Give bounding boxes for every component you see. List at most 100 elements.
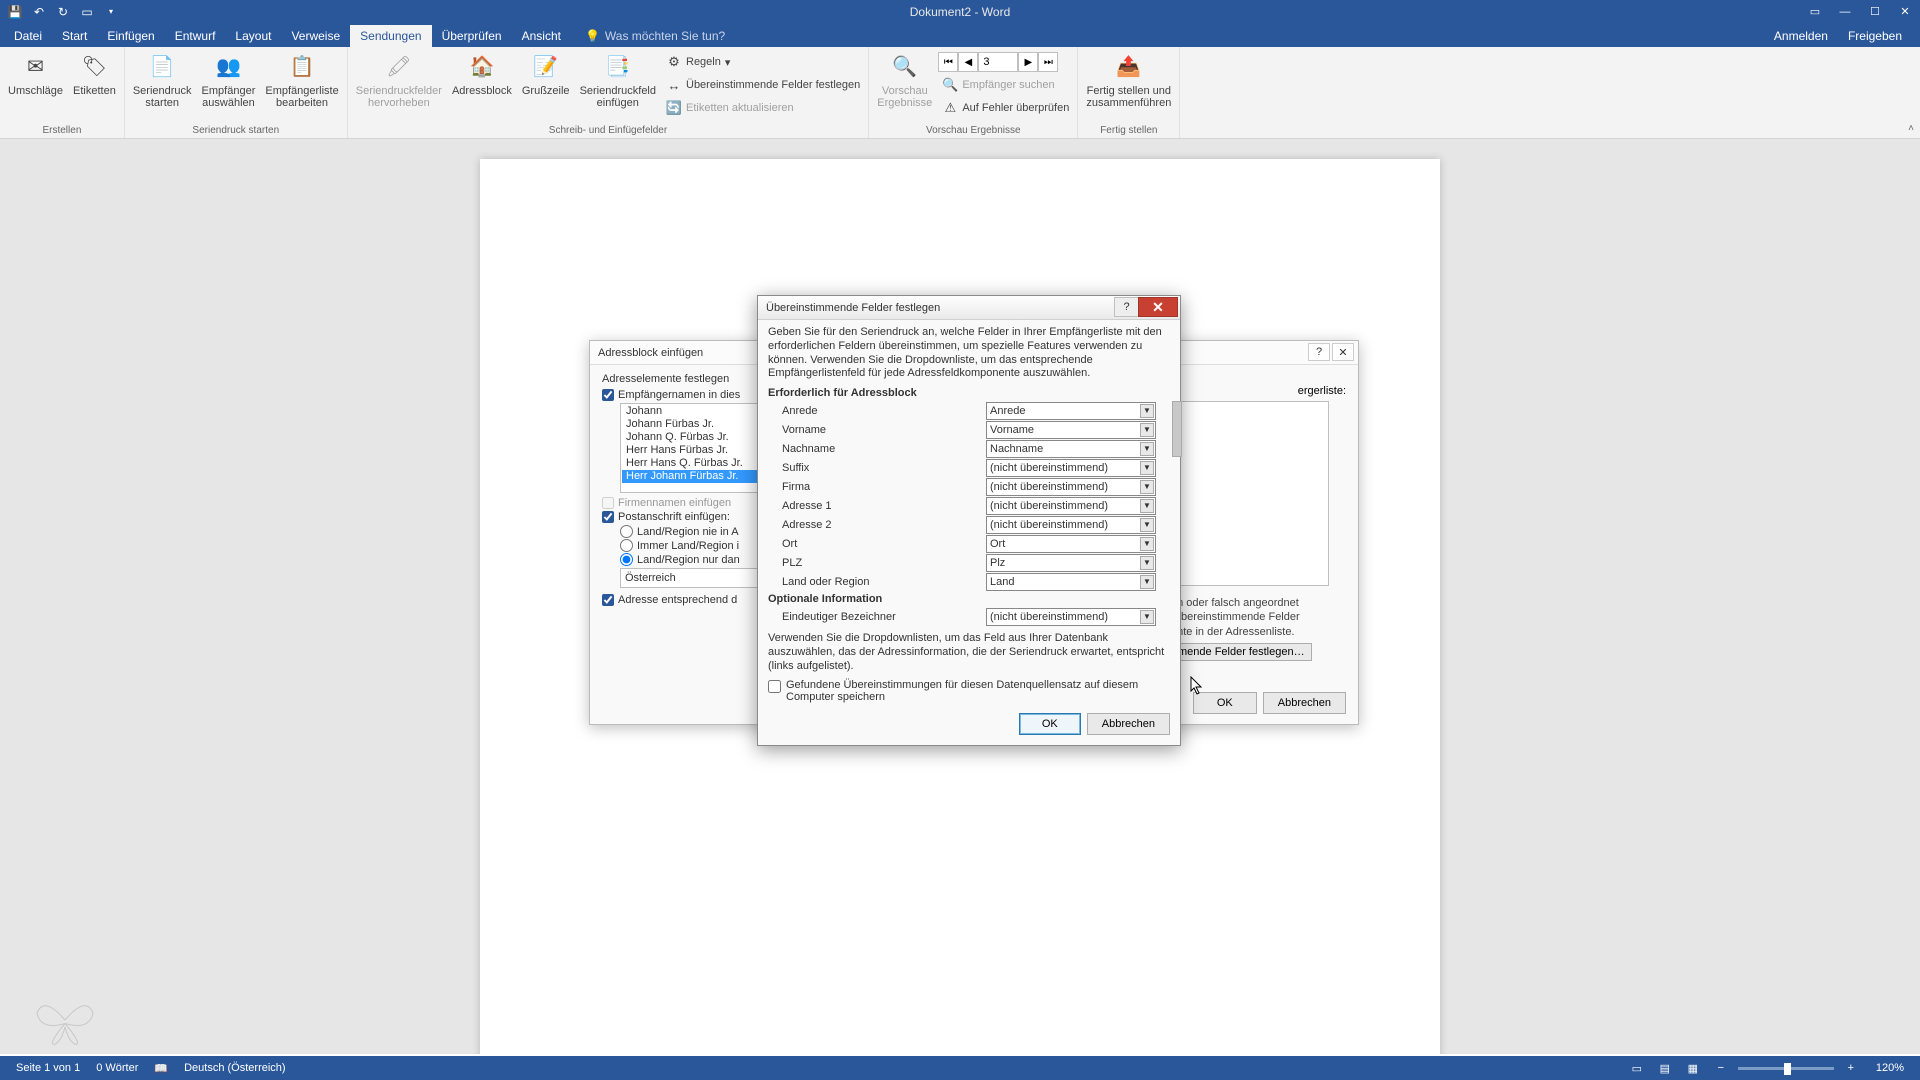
match-fields-button[interactable]: ↔Übereinstimmende Felder festlegen [662,74,864,96]
next-record-button[interactable]: ▶ [1018,52,1038,72]
tab-ueberpruefen[interactable]: Überprüfen [432,25,512,47]
share-button[interactable]: Freigeben [1840,25,1910,47]
field-row: AnredeAnrede▼ [768,401,1156,420]
read-mode-icon[interactable]: ▭ [1626,1059,1648,1077]
address-block-button[interactable]: 🏠Adressblock [448,49,516,119]
save-matches-row: Gefundene Übereinstimmungen für diesen D… [768,679,1170,703]
field-scrollbar[interactable] [1172,401,1182,591]
field-combo-bezeichner[interactable]: (nicht übereinstimmend)▼ [986,608,1156,626]
save-icon[interactable]: 💾 [4,1,26,23]
collapse-ribbon-icon[interactable]: ˄ [1908,123,1914,134]
group-label-start: Seriendruck starten [129,123,343,138]
scrollbar-thumb[interactable] [1172,401,1182,457]
tab-einfuegen[interactable]: Einfügen [97,25,164,47]
undo-icon[interactable]: ↶ [28,1,50,23]
qat-dropdown-icon[interactable]: ▾ [100,1,122,23]
field-combo-suffix[interactable]: (nicht übereinstimmend)▼ [986,459,1156,477]
save-matches-checkbox[interactable] [768,680,781,693]
dialog2-cancel-button[interactable]: Abbrechen [1087,713,1170,735]
field-combo-vorname[interactable]: Vorname▼ [986,421,1156,439]
tab-entwurf[interactable]: Entwurf [165,25,226,47]
select-recipients-button[interactable]: 👥Empfänger auswählen [198,49,260,119]
word-count[interactable]: 0 Wörter [88,1062,146,1074]
close-icon[interactable]: ✕ [1890,0,1920,23]
envelopes-button[interactable]: ✉Umschläge [4,49,67,119]
tab-sendungen[interactable]: Sendungen [350,25,431,47]
envelope-icon: ✉ [20,51,52,83]
field-combo-firma[interactable]: (nicht übereinstimmend)▼ [986,478,1156,496]
zoom-handle[interactable] [1784,1063,1791,1075]
edit-recipients-button[interactable]: 📋Empfängerliste bearbeiten [261,49,342,119]
field-combo-ort[interactable]: Ort▼ [986,535,1156,553]
field-label: Firma [768,481,986,493]
dialog1-close-icon[interactable]: ✕ [1332,343,1354,361]
dialog2-titlebar[interactable]: Übereinstimmende Felder festlegen ? ✕ [758,296,1180,320]
tab-layout[interactable]: Layout [225,25,281,47]
zoom-in-button[interactable]: + [1840,1059,1862,1077]
field-combo-anrede[interactable]: Anrede▼ [986,402,1156,420]
required-section-head: Erforderlich für Adressblock [768,387,1170,399]
company-checkbox[interactable] [602,497,614,509]
zoom-out-button[interactable]: − [1710,1059,1732,1077]
insert-merge-field-button[interactable]: 📑Seriendruckfeld einfügen [576,49,660,119]
chevron-down-icon: ▼ [1140,442,1154,456]
format-checkbox[interactable] [602,594,614,606]
print-layout-icon[interactable]: ▤ [1654,1059,1676,1077]
last-record-button[interactable]: ⏭ [1038,52,1058,72]
greeting-line-button[interactable]: 📝Grußzeile [518,49,574,119]
group-label-preview: Vorschau Ergebnisse [873,123,1073,138]
field-combo-nachname[interactable]: Nachname▼ [986,440,1156,458]
start-merge-button[interactable]: 📄Seriendruck starten [129,49,196,119]
tab-start[interactable]: Start [52,25,97,47]
redo-icon[interactable]: ↻ [52,1,74,23]
field-row: Land oder RegionLand▼ [768,572,1156,591]
field-label: Adresse 1 [768,500,986,512]
check-errors-button[interactable]: ⚠Auf Fehler überprüfen [938,97,1073,119]
field-row: PLZPlz▼ [768,553,1156,572]
spell-check-icon[interactable]: 📖 [146,1062,176,1075]
web-layout-icon[interactable]: ▦ [1682,1059,1704,1077]
dialog1-button-row: OK Abbrechen [1193,692,1346,714]
ribbon-options-icon[interactable]: ▭ [1800,0,1830,23]
chevron-down-icon: ▼ [1140,518,1154,532]
tab-verweise[interactable]: Verweise [281,25,350,47]
rules-button[interactable]: ⚙Regeln ▾ [662,51,864,73]
dialog2-ok-button[interactable]: OK [1019,713,1081,735]
prev-record-button[interactable]: ◀ [958,52,978,72]
match-fields-open-button[interactable]: mende Felder festlegen… [1171,643,1312,661]
login-link[interactable]: Anmelden [1766,25,1836,47]
maximize-icon[interactable]: ☐ [1860,0,1890,23]
zoom-percent[interactable]: 120% [1868,1062,1912,1074]
country-combo[interactable]: Österreich▼ [620,568,770,588]
tell-me-search[interactable]: 💡 Was möchten Sie tun? [581,25,729,47]
page-indicator[interactable]: Seite 1 von 1 [8,1062,88,1074]
match-icon: ↔ [666,77,682,93]
minimize-icon[interactable]: — [1830,0,1860,23]
mail-merge-icon: 📄 [146,51,178,83]
language-indicator[interactable]: Deutsch (Österreich) [176,1062,293,1074]
first-record-button[interactable]: ⏮ [938,52,958,72]
dialog1-ok-button[interactable]: OK [1193,692,1257,714]
touch-mode-icon[interactable]: ▭ [76,1,98,23]
tab-datei[interactable]: Datei [4,25,52,47]
dialog1-help-icon[interactable]: ? [1308,343,1330,361]
field-combo-land[interactable]: Land▼ [986,573,1156,591]
postal-checkbox[interactable] [602,511,614,523]
dialog2-help-icon[interactable]: ? [1114,297,1138,317]
record-number-input[interactable] [978,52,1018,72]
edit-list-icon: 📋 [286,51,318,83]
dialog1-cancel-button[interactable]: Abbrechen [1263,692,1346,714]
tab-ansicht[interactable]: Ansicht [512,25,571,47]
dialog2-close-icon[interactable]: ✕ [1138,297,1178,317]
finish-merge-button[interactable]: 📤Fertig stellen und zusammenführen [1082,49,1175,119]
field-combo-adresse1[interactable]: (nicht übereinstimmend)▼ [986,497,1156,515]
labels-button[interactable]: 🏷Etiketten [69,49,120,119]
zoom-slider[interactable] [1738,1067,1834,1070]
field-combo-adresse2[interactable]: (nicht übereinstimmend)▼ [986,516,1156,534]
chevron-down-icon: ▼ [1140,610,1154,624]
preview-icon: 🔍 [889,51,921,83]
recipient-name-checkbox[interactable] [602,389,614,401]
field-combo-plz[interactable]: Plz▼ [986,554,1156,572]
group-fertig: 📤Fertig stellen und zusammenführen Ferti… [1078,47,1180,138]
record-navigator: ⏮ ◀ ▶ ⏭ [938,51,1073,73]
